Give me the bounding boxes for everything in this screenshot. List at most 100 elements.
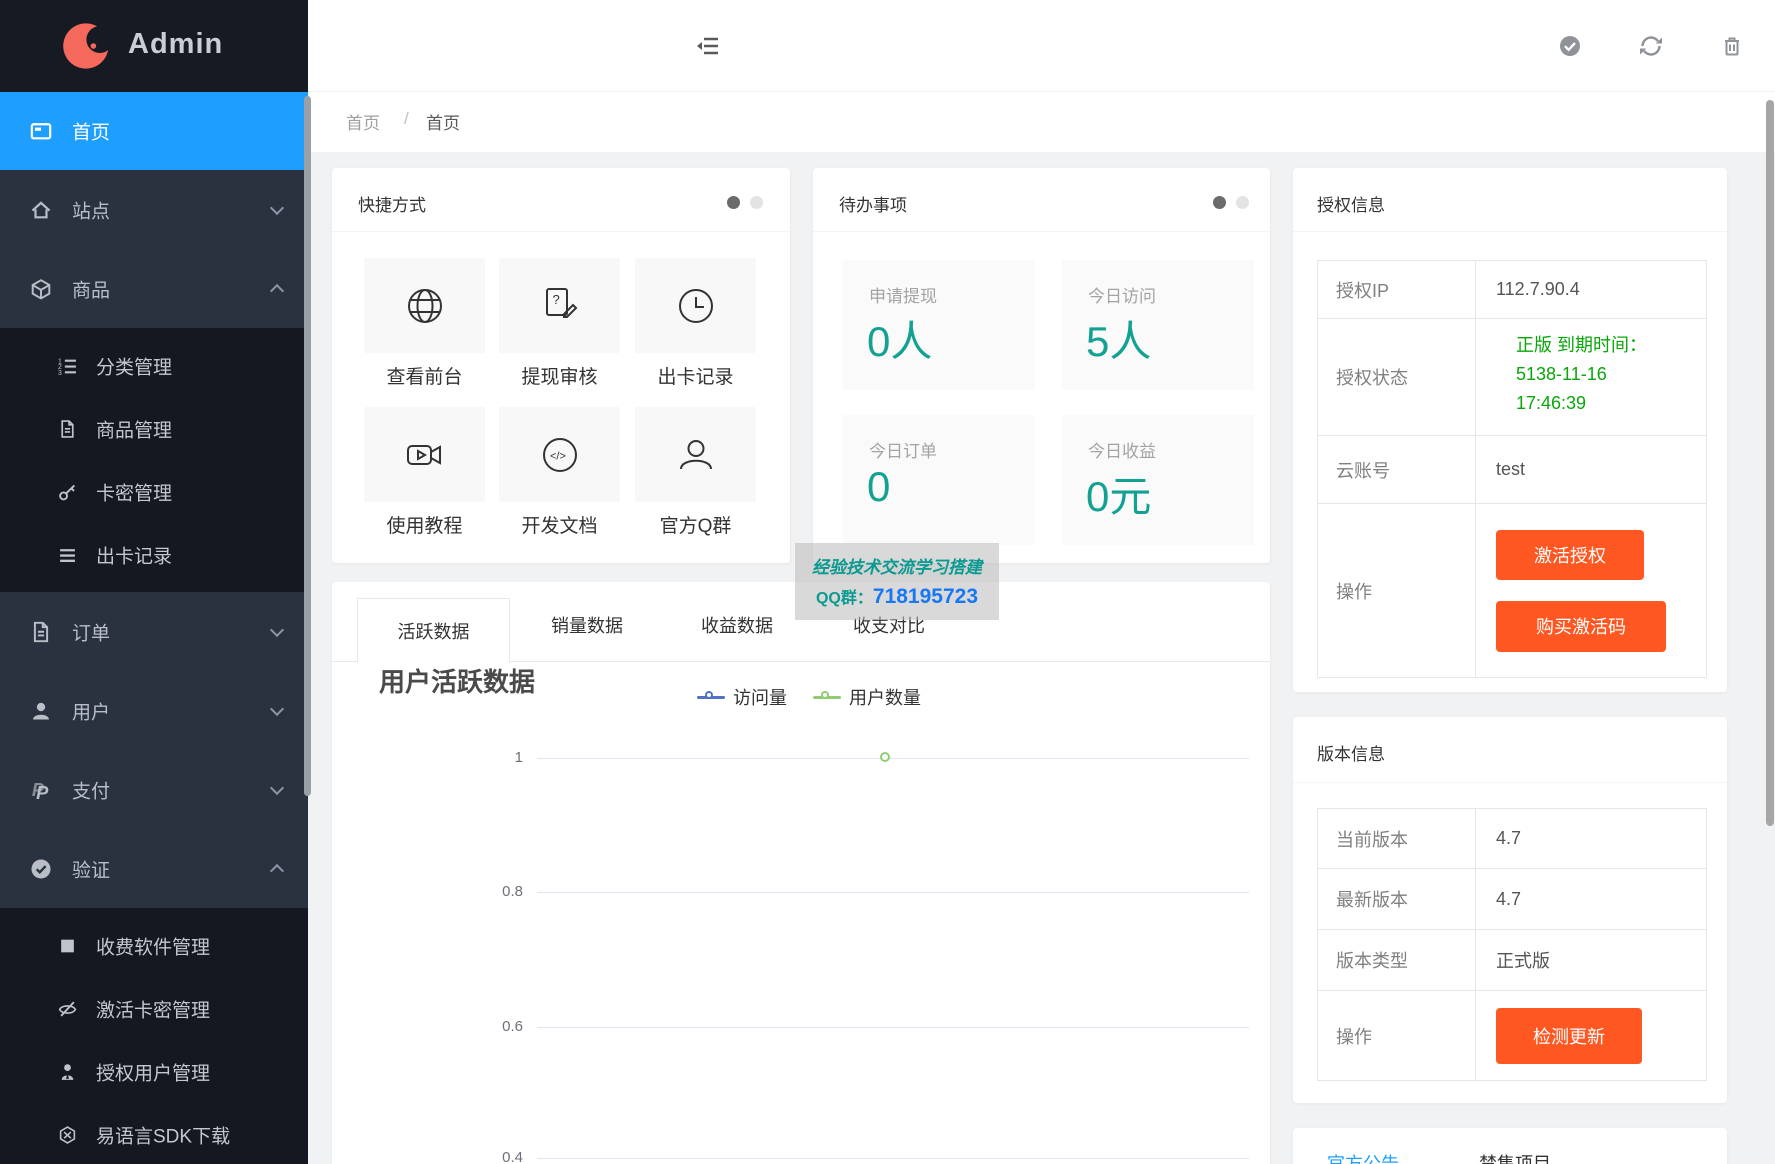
carousel-dot-active[interactable]: [727, 196, 740, 209]
home-icon: [31, 200, 51, 218]
sidebar-item-label: 首页: [72, 122, 111, 144]
file-icon: [61, 419, 74, 438]
breadcrumb: 首页 / 首页: [308, 92, 1775, 152]
sidebar-item-home[interactable]: 首页: [0, 92, 308, 170]
watermark: 经验技术交流学习搭建 QQ群：718195723: [795, 543, 999, 620]
carousel-dot[interactable]: [1236, 196, 1249, 209]
sidebar-item-label: 商品: [72, 280, 111, 301]
user-tie-icon: [61, 1063, 74, 1080]
table-row: 授权IP 112.7.90.4: [1318, 261, 1706, 319]
sidebar-scrollbar[interactable]: [304, 96, 311, 796]
sidebar-item-label: 支付: [72, 781, 111, 802]
sidebar-item-card-key-manage[interactable]: 卡密管理: [0, 460, 308, 523]
sidebar-item-label: 站点: [72, 201, 111, 222]
logo-block: Admin: [0, 0, 308, 92]
breadcrumb-separator: /: [404, 109, 409, 128]
chevron-down-icon: [269, 701, 285, 716]
sidebar-item-label: 收费软件管理: [96, 937, 211, 958]
stat-today-orders: 今日订单 0: [843, 415, 1035, 545]
legend-item-visits[interactable]: 访问量: [697, 684, 787, 710]
paypal-icon: P P: [32, 779, 49, 801]
shortcut-view-site[interactable]: 查看前台: [364, 258, 485, 389]
shortcut-card-records[interactable]: 出卡记录: [635, 258, 756, 389]
card-header: 快捷方式: [332, 168, 790, 232]
chevron-down-icon: [269, 200, 285, 215]
sidebar-item-goods[interactable]: 商品: [0, 249, 308, 328]
table-row: 云账号 test: [1318, 436, 1706, 504]
current-version: 4.7: [1496, 828, 1522, 848]
carousel-dot-active[interactable]: [1213, 196, 1226, 209]
shortcut-dev-docs[interactable]: </> 开发文档: [499, 407, 620, 538]
app-title: Admin: [128, 28, 224, 60]
sidebar-item-label: 易语言SDK下载: [96, 1126, 231, 1147]
topbar: admin888: [308, 0, 1775, 92]
sidebar-item-licensed-user-manage[interactable]: 授权用户管理: [0, 1040, 308, 1103]
globe-icon: [407, 288, 442, 323]
card-header: 授权信息: [1293, 168, 1727, 232]
sidebar-item-label: 出卡记录: [96, 546, 173, 567]
table-row: 最新版本 4.7: [1318, 869, 1706, 930]
carousel-dot[interactable]: [750, 196, 763, 209]
card-header: 版本信息: [1293, 717, 1727, 783]
sidebar-item-site[interactable]: 站点: [0, 170, 308, 249]
sidebar-item-activation-key-manage[interactable]: 激活卡密管理: [0, 977, 308, 1040]
file-question-edit-icon: ?: [545, 287, 577, 318]
activate-license-button[interactable]: 激活授权: [1496, 529, 1644, 580]
tab-sales-data[interactable]: 销量数据: [527, 612, 647, 638]
refresh-icon[interactable]: [1639, 34, 1663, 58]
page-scrollbar[interactable]: [1766, 100, 1774, 826]
card-title: 快捷方式: [358, 196, 426, 215]
breadcrumb-root[interactable]: 首页: [346, 109, 380, 134]
brand-logo-icon: [63, 23, 114, 69]
license-ip: 112.7.90.4: [1496, 279, 1580, 299]
collapse-menu-icon[interactable]: [696, 34, 720, 58]
y-tick: 0.6: [502, 1018, 523, 1035]
check-circle-icon[interactable]: [1558, 34, 1582, 58]
tab-revenue-data[interactable]: 收益数据: [677, 612, 797, 638]
sidebar-item-label: 激活卡密管理: [96, 1000, 211, 1021]
admin-dashboard: Admin 首页 站点 商品 123 分类管理 商品管理 卡密管理 出卡记录 订…: [0, 0, 1775, 1164]
chevron-down-icon: [269, 622, 285, 637]
video-icon: [406, 444, 441, 465]
check-update-button[interactable]: 检测更新: [1496, 1007, 1642, 1064]
watermark-line2: QQ群：718195723: [815, 585, 979, 608]
legend-item-user-count[interactable]: 用户数量: [813, 684, 921, 710]
table-row: 授权状态 正版 到期时间： 5138-11-16 17:46:39: [1318, 319, 1706, 436]
license-table: 授权IP 112.7.90.4 授权状态 正版 到期时间： 5138-11-16…: [1317, 260, 1707, 678]
y-tick: 1: [514, 749, 523, 766]
tab-banned-items[interactable]: 禁售项目: [1479, 1150, 1551, 1164]
license-status: 正版 到期时间： 5138-11-16 17:46:39: [1516, 335, 1648, 413]
shortcut-official-qq[interactable]: 官方Q群: [635, 407, 756, 538]
sidebar-item-goods-manage[interactable]: 商品管理: [0, 397, 308, 460]
trash-icon[interactable]: [1720, 34, 1744, 58]
stat-today-visits: 今日访问 5人: [1062, 260, 1254, 390]
shortcut-withdraw-review[interactable]: ? 提现审核: [499, 258, 620, 389]
check-circle-icon: [31, 858, 51, 879]
sidebar-item-sdk-download[interactable]: 易语言SDK下载: [0, 1103, 308, 1164]
shortcut-tutorial[interactable]: 使用教程: [364, 407, 485, 538]
cloud-account: test: [1496, 459, 1526, 479]
sidebar-item-card-records[interactable]: 出卡记录: [0, 523, 308, 586]
card-header: 待办事项: [813, 168, 1270, 232]
square-icon: [61, 939, 74, 952]
chart-title: 用户活跃数据: [379, 667, 536, 697]
sidebar-item-payment[interactable]: P P 支付: [0, 750, 308, 829]
sidebar-item-paid-software-manage[interactable]: 收费软件管理: [0, 914, 308, 977]
user-icon: [679, 439, 712, 469]
sidebar-item-label: 订单: [72, 623, 111, 644]
sidebar-item-label: 授权用户管理: [96, 1063, 211, 1084]
y-tick: 0.4: [502, 1149, 523, 1164]
chevron-up-icon: [269, 863, 285, 878]
svg-text:</>: </>: [550, 450, 566, 462]
buy-activation-code-button[interactable]: 购买激活码: [1496, 600, 1666, 652]
sidebar-item-orders[interactable]: 订单: [0, 592, 308, 671]
list-numbered-icon: 123: [58, 358, 76, 375]
sidebar-item-users[interactable]: 用户: [0, 671, 308, 750]
stat-value: 0元: [1086, 473, 1152, 520]
version-table: 当前版本 4.7 最新版本 4.7 版本类型 正式版 操作 检测更新: [1317, 808, 1707, 1081]
version-card: 版本信息 当前版本 4.7 最新版本 4.7 版本类型 正式版 操作 检测更新: [1293, 717, 1727, 1103]
sidebar-item-verify[interactable]: 验证: [0, 829, 308, 908]
tab-active-data[interactable]: 活跃数据: [357, 598, 510, 663]
sidebar-item-category-manage[interactable]: 123 分类管理: [0, 334, 308, 397]
tab-official-notice[interactable]: 官方公告: [1327, 1150, 1399, 1164]
